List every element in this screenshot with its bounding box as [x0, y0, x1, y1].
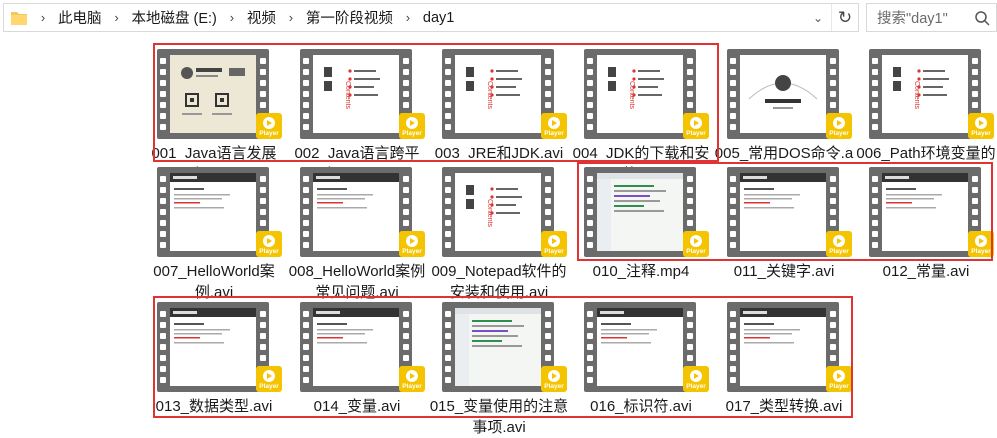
chevron-right-icon[interactable]: › [30, 10, 56, 25]
chevron-right-icon[interactable]: › [104, 10, 130, 25]
player-badge-text: Player [686, 130, 706, 137]
breadcrumb-stage-one[interactable]: 第一阶段视频 [304, 7, 395, 28]
search-input[interactable]: 搜索"day1" [877, 7, 948, 28]
player-badge-text: Player [402, 248, 422, 255]
breadcrumb-this-pc[interactable]: 此电脑 [56, 7, 104, 28]
video-thumbnail[interactable]: Contents Player [869, 49, 994, 139]
player-badge-text: Player [829, 248, 849, 255]
player-badge-text: Player [544, 383, 564, 390]
player-badge-text: Player [686, 383, 706, 390]
refresh-icon: ↻ [837, 7, 853, 27]
refresh-button[interactable]: ↻ [831, 4, 858, 31]
breadcrumb-day1[interactable]: day1 [421, 10, 456, 26]
player-badge-text: Player [402, 383, 422, 390]
player-badge-text: Player [544, 130, 564, 137]
video-thumbnail[interactable]: Player [727, 302, 852, 392]
file-name[interactable]: 012_常量.avi [856, 261, 996, 282]
player-badge-text: Player [829, 383, 849, 390]
video-thumbnail[interactable]: Player [727, 49, 852, 139]
video-thumbnail[interactable]: Player [584, 302, 709, 392]
file-name[interactable]: 008_HelloWorld案例常见问题.avi [287, 261, 427, 303]
video-thumbnail[interactable]: Contents Player [584, 49, 709, 139]
player-badge-text: Player [259, 248, 279, 255]
file-name[interactable]: 003_JRE和JDK.avi [429, 143, 569, 164]
video-thumbnail[interactable]: Player [300, 302, 425, 392]
history-dropdown-button[interactable]: ⌄ [806, 4, 830, 31]
player-badge-text: Player [402, 130, 422, 137]
player-badge-text: Player [544, 248, 564, 255]
search-box[interactable]: 搜索"day1" [866, 3, 997, 32]
chevron-right-icon[interactable]: › [219, 10, 245, 25]
chevron-right-icon[interactable]: › [395, 10, 421, 25]
video-thumbnail[interactable]: Player [157, 302, 282, 392]
video-thumbnail[interactable]: Player [442, 302, 567, 392]
address-bar[interactable]: › 此电脑 › 本地磁盘 (E:) › 视频 › 第一阶段视频 › day1 ⌄… [3, 3, 859, 32]
video-thumbnail[interactable]: Player [869, 167, 994, 257]
file-name[interactable]: 009_Notepad软件的安装和使用.avi [429, 261, 569, 303]
chevron-right-icon[interactable]: › [278, 10, 304, 25]
breadcrumb-videos[interactable]: 视频 [245, 7, 278, 28]
video-thumbnail[interactable]: Contents Player [300, 49, 425, 139]
video-thumbnail[interactable]: Contents Player [442, 167, 567, 257]
search-icon [975, 11, 990, 26]
video-thumbnail[interactable]: Player [157, 49, 282, 139]
file-name[interactable]: 014_变量.avi [287, 396, 427, 417]
player-badge-text: Player [971, 130, 991, 137]
player-badge-text: Player [971, 248, 991, 255]
video-thumbnail[interactable]: Player [584, 167, 709, 257]
file-name[interactable]: 016_标识符.avi [571, 396, 711, 417]
video-thumbnail[interactable]: Player [157, 167, 282, 257]
video-thumbnail[interactable]: Player [727, 167, 852, 257]
file-name[interactable]: 013_数据类型.avi [144, 396, 284, 417]
chevron-down-icon: ⌄ [812, 10, 824, 25]
file-name[interactable]: 017_类型转换.avi [714, 396, 854, 417]
address-toolbar: › 此电脑 › 本地磁盘 (E:) › 视频 › 第一阶段视频 › day1 ⌄… [0, 0, 997, 36]
file-name[interactable]: 010_注释.mp4 [571, 261, 711, 282]
player-badge-text: Player [829, 130, 849, 137]
video-thumbnail[interactable]: Player [300, 167, 425, 257]
video-thumbnail[interactable]: Contents Player [442, 49, 567, 139]
breadcrumb-drive-e[interactable]: 本地磁盘 (E:) [130, 7, 219, 28]
player-badge-text: Player [259, 383, 279, 390]
player-badge-text: Player [259, 130, 279, 137]
folder-icon [8, 7, 30, 29]
player-badge-text: Player [686, 248, 706, 255]
file-name[interactable]: 015_变量使用的注意事项.avi [429, 396, 569, 438]
file-name[interactable]: 007_HelloWorld案例.avi [144, 261, 284, 303]
file-name[interactable]: 011_关键字.avi [714, 261, 854, 282]
